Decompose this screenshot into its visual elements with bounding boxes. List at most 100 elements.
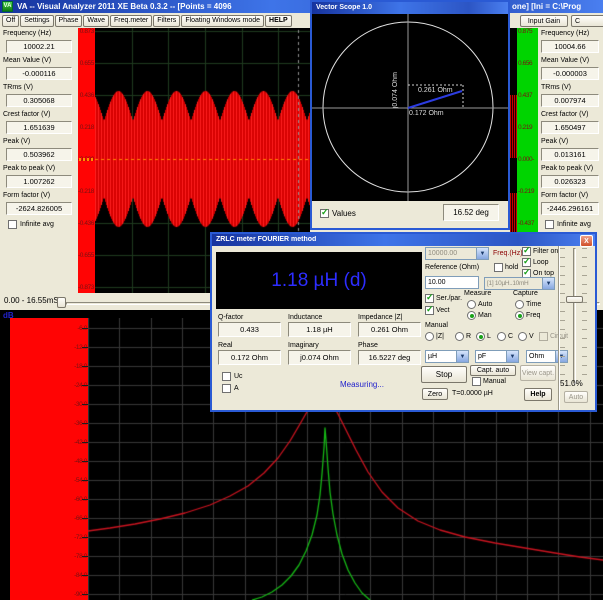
- inductance-unit-value: µH: [426, 353, 456, 360]
- uc-checkbox[interactable]: [222, 372, 231, 381]
- a-checkbox[interactable]: [222, 384, 231, 393]
- vector-scope-titlebar[interactable]: Vector Scope 1.0: [312, 2, 508, 14]
- toolbar-button-freqmeter[interactable]: Freq.meter: [110, 15, 152, 27]
- meter-value-frequency: 10004.66: [541, 40, 599, 53]
- close-icon[interactable]: X: [580, 235, 593, 247]
- manual-capture-checkbox[interactable]: [472, 377, 481, 386]
- fader-tick: [582, 293, 587, 294]
- hold-checkbox[interactable]: [494, 263, 503, 272]
- meter-value-mean: -0.000116: [6, 67, 72, 80]
- manual-r-label: R: [466, 333, 471, 340]
- fader-tick: [582, 266, 587, 267]
- axis-tick: 0.655: [80, 60, 94, 67]
- fader-tick: [582, 347, 587, 348]
- reference-label: Reference (Ohm): [425, 264, 479, 271]
- real-readout: 0.172 Ohm: [218, 350, 281, 365]
- output-level-slider-track[interactable]: [573, 248, 576, 384]
- loop-label: Loop: [533, 259, 549, 266]
- meter-value-formfactor: -2446.296161: [541, 202, 599, 215]
- chevron-down-icon: ▼: [542, 278, 554, 289]
- manual-l-radio[interactable]: [476, 332, 485, 341]
- partial-toolbar-button[interactable]: C: [571, 15, 603, 27]
- fader-tick: [582, 284, 587, 285]
- axis-tick: -0.436: [78, 220, 94, 227]
- frequency-combo[interactable]: 10000.00▼: [425, 247, 489, 260]
- meter-value-crest: 1.650497: [541, 121, 599, 134]
- reference-input[interactable]: 10.00: [425, 276, 479, 289]
- manual-c-radio[interactable]: [497, 332, 506, 341]
- values-checkbox[interactable]: [320, 209, 329, 218]
- input-gain-button[interactable]: Input Gain: [520, 15, 568, 27]
- fader-tick: [582, 338, 587, 339]
- axis-tick: 0.436: [80, 92, 94, 99]
- tick-stub: [82, 499, 88, 500]
- capture-group-label: Capture: [513, 290, 538, 297]
- meter-value-trms: 0.007974: [541, 94, 599, 107]
- fader-tick: [560, 356, 565, 357]
- zrlc-title: ZRLC meter FOURIER method: [216, 236, 316, 243]
- stop-button[interactable]: Stop: [421, 366, 467, 383]
- toolbar-button-filters[interactable]: Filters: [153, 15, 180, 27]
- vector-real-label: 0.172 Ohm: [409, 110, 444, 117]
- circuit-checkbox[interactable]: [539, 332, 548, 341]
- manual-z-radio[interactable]: [425, 332, 434, 341]
- meter-label: TRms (V): [541, 84, 571, 91]
- fader-tick: [560, 347, 565, 348]
- fader-tick: [582, 356, 587, 357]
- window-title-right: one] [Ini = C:\Prog: [512, 2, 603, 11]
- main-titlebar[interactable]: VA VA -- Visual Analyzer 2011 XE Beta 0.…: [0, 0, 603, 13]
- vector-magnitude-label: 0.261 Ohm: [418, 87, 453, 94]
- view-capt-button[interactable]: View capt.: [520, 365, 556, 381]
- capacitance-unit-value: pF: [476, 353, 506, 360]
- loop-checkbox[interactable]: [522, 258, 531, 267]
- a-label: A: [234, 385, 239, 392]
- frequency-combo-value: 10000.00: [426, 250, 476, 257]
- vect-checkbox[interactable]: [425, 306, 434, 315]
- range-combo[interactable]: [1] 10µH..10mH▼: [484, 277, 555, 290]
- help-button[interactable]: Help: [524, 388, 552, 401]
- capture-freq-radio[interactable]: [515, 311, 524, 320]
- fader-tick: [582, 365, 587, 366]
- toolbar-button-off[interactable]: Off: [2, 15, 19, 27]
- toolbar-button-floating-windows-mode[interactable]: Floating Windows mode: [181, 15, 264, 27]
- fader-tick: [582, 311, 587, 312]
- infinite-avg-checkbox[interactable]: [8, 220, 17, 229]
- freq-hz-label: Freq.(Hz): [493, 250, 523, 257]
- capacitance-unit-combo[interactable]: pF▼: [475, 350, 519, 363]
- time-scrollbar-thumb[interactable]: [57, 297, 66, 308]
- meter-label: TRms (V): [3, 84, 33, 91]
- capture-time-radio[interactable]: [515, 300, 524, 309]
- axis-tick: -0.873: [78, 284, 94, 291]
- meter-label: Frequency (Hz): [541, 30, 589, 37]
- meter-label: Mean Value (V): [3, 57, 51, 64]
- measure-man-radio[interactable]: [467, 311, 476, 320]
- zrlc-titlebar[interactable]: ZRLC meter FOURIER method X: [212, 234, 595, 246]
- axis-tick: 0.218: [80, 124, 94, 131]
- vector-scope-display: 0.261 Ohm 0.172 Ohm j0.074 Ohm: [312, 14, 508, 201]
- measure-auto-label: Auto: [478, 301, 492, 308]
- readout-label: Q-factor: [218, 314, 243, 321]
- ser-par-label: Ser./par.: [436, 295, 462, 302]
- meter-label: Form factor (V): [3, 192, 50, 199]
- meter-value-peak: 0.013161: [541, 148, 599, 161]
- auto-level-button[interactable]: Auto: [564, 391, 588, 403]
- measure-auto-radio[interactable]: [467, 300, 476, 309]
- manual-r-radio[interactable]: [455, 332, 464, 341]
- toolbar-button-help[interactable]: HELP: [265, 15, 292, 27]
- ser-par-checkbox[interactable]: [425, 294, 434, 303]
- time-range-label: 0.00 - 16.55mS: [4, 296, 59, 305]
- manual-v-radio[interactable]: [518, 332, 527, 341]
- toolbar-button-wave[interactable]: Wave: [83, 15, 109, 27]
- output-level-slider-thumb[interactable]: [566, 296, 583, 303]
- fader-tick: [582, 329, 587, 330]
- filter-on-checkbox[interactable]: [522, 247, 531, 256]
- hold-label: hold: [505, 264, 518, 271]
- toolbar-button-settings[interactable]: Settings: [20, 15, 53, 27]
- zero-button[interactable]: Zero: [422, 388, 448, 400]
- tick-stub: [82, 328, 88, 329]
- impedance-readout: 0.261 Ohm: [358, 322, 421, 337]
- infinite-avg-checkbox[interactable]: [545, 220, 554, 229]
- inductance-unit-combo[interactable]: µH▼: [425, 350, 469, 363]
- toolbar-button-phase[interactable]: Phase: [55, 15, 83, 27]
- capt-auto-button[interactable]: Capt. auto: [470, 365, 516, 376]
